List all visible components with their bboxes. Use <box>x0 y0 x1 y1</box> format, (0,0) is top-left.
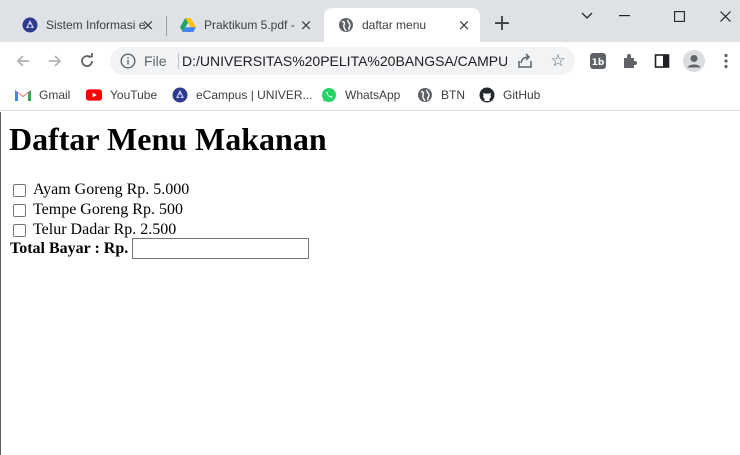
menu-item-telur-dadar[interactable]: Telur Dadar Rp. 2.500 <box>13 220 176 240</box>
minimize-icon <box>618 15 630 17</box>
arrow-right-icon <box>49 55 62 67</box>
avatar-icon <box>683 50 705 72</box>
bookmark-btn[interactable]: BTN <box>417 85 465 105</box>
browser-toolbar: File D:/UNIVERSITAS%20PELITA%20BANGSA/CA… <box>0 42 740 80</box>
bookmark-label: Gmail <box>39 88 71 102</box>
menu-checkbox[interactable] <box>13 223 26 237</box>
chevron-down-icon <box>581 12 593 19</box>
bookmark-star-icon[interactable]: ☆ <box>548 51 568 71</box>
arrow-left-icon <box>16 55 29 67</box>
page-title: Daftar Menu Makanan <box>9 121 327 157</box>
more-vert-icon <box>724 53 728 69</box>
tab-title: Praktikum 5.pdf - <box>204 18 295 32</box>
globe-icon <box>338 17 354 33</box>
menu-item-label: Ayam Goreng Rp. 5.000 <box>33 181 190 198</box>
forward-button[interactable] <box>41 47 69 75</box>
bookmark-ecampus[interactable]: eCampus | UNIVER... <box>172 85 312 105</box>
tab-title: daftar menu <box>362 18 427 32</box>
bookmark-github[interactable]: GitHub <box>479 85 540 105</box>
url-text[interactable]: D:/UNIVERSITAS%20PELITA%20BANGSA/CAMPUR.… <box>182 53 507 69</box>
file-scheme-label: File <box>144 53 167 69</box>
globe-icon <box>417 87 433 103</box>
bookmark-label: eCampus | UNIVER... <box>196 88 313 102</box>
profile-button[interactable] <box>680 47 708 75</box>
bookmark-gmail[interactable]: Gmail <box>15 85 70 105</box>
address-bar[interactable]: File D:/UNIVERSITAS%20PELITA%20BANGSA/CA… <box>110 47 575 75</box>
menu-checkbox[interactable] <box>13 183 26 197</box>
menu-checkbox[interactable] <box>13 203 26 217</box>
side-panel-icon <box>654 54 670 68</box>
back-button[interactable] <box>9 47 37 75</box>
puzzle-icon <box>624 54 637 68</box>
minimize-button[interactable] <box>601 0 647 32</box>
menu-item-tempe-goreng[interactable]: Tempe Goreng Rp. 500 <box>13 200 183 220</box>
close-icon[interactable]: × <box>298 17 314 33</box>
campus-logo-icon <box>172 87 188 103</box>
total-input[interactable] <box>132 238 310 259</box>
gmail-icon <box>15 87 31 103</box>
google-drive-icon <box>180 17 196 33</box>
campus-logo-icon <box>22 17 38 33</box>
whatsapp-icon <box>321 87 337 103</box>
youtube-icon <box>86 87 102 103</box>
close-icon[interactable]: × <box>456 17 472 33</box>
bookmark-label: GitHub <box>503 88 541 102</box>
tab-title: Sistem Informasi e <box>46 18 146 32</box>
svg-text:1b: 1b <box>592 58 605 68</box>
bookmark-label: WhatsApp <box>345 88 401 102</box>
divider <box>178 53 179 69</box>
tab-praktikum-pdf[interactable]: Praktikum 5.pdf - × <box>166 8 322 42</box>
bookmark-youtube[interactable]: YouTube <box>86 85 157 105</box>
close-icon <box>719 10 731 22</box>
bookmark-label: YouTube <box>110 88 158 102</box>
extension-1b-icon: 1b <box>590 53 606 69</box>
menu-button[interactable] <box>712 47 740 75</box>
menu-item-label: Telur Dadar Rp. 2.500 <box>33 221 177 238</box>
total-row: Total Bayar : Rp. <box>10 238 310 259</box>
extensions-menu-button[interactable] <box>616 47 644 75</box>
new-tab-button[interactable]: + <box>490 12 514 36</box>
tab-strip: Sistem Informasi e × Praktikum 5.pdf - ×… <box>0 0 740 42</box>
tab-sistem-informasi[interactable]: Sistem Informasi e × <box>8 8 164 42</box>
side-panel-button[interactable] <box>648 47 676 75</box>
maximize-icon <box>673 10 685 22</box>
maximize-button[interactable] <box>656 0 702 32</box>
close-window-button[interactable] <box>702 0 740 32</box>
menu-item-ayam-goreng[interactable]: Ayam Goreng Rp. 5.000 <box>13 180 189 200</box>
bookmarks-bar: Gmail YouTube eCampus | UNIVER... WhatsA… <box>0 80 740 111</box>
tab-daftar-menu[interactable]: daftar menu × <box>324 8 480 42</box>
bookmark-label: BTN <box>441 88 465 102</box>
reload-button[interactable] <box>73 47 101 75</box>
share-icon[interactable] <box>516 52 534 70</box>
bookmark-whatsapp[interactable]: WhatsApp <box>321 85 400 105</box>
close-icon[interactable]: × <box>140 17 156 33</box>
page-content: Daftar Menu Makanan Ayam Goreng Rp. 5.00… <box>0 112 740 455</box>
reload-icon <box>81 53 93 67</box>
menu-item-label: Tempe Goreng Rp. 500 <box>33 201 183 218</box>
github-icon <box>479 87 495 103</box>
total-label: Total Bayar : Rp. <box>10 239 129 257</box>
extension-button[interactable]: 1b <box>584 47 612 75</box>
info-icon[interactable] <box>120 53 136 69</box>
